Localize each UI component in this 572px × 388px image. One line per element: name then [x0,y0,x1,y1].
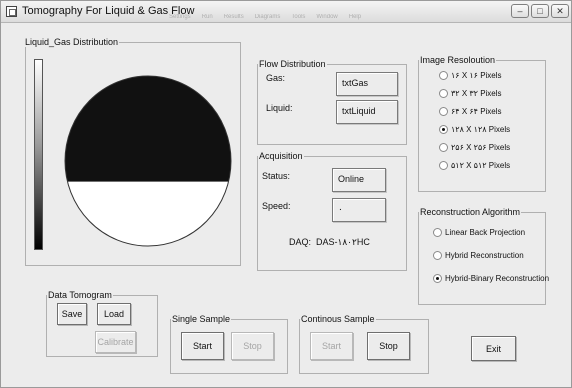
resolution-option-label: ۱۶ X ۱۶ Pixels [451,71,502,80]
close-button[interactable]: ✕ [551,4,569,18]
liquid-value-box: txtLiquid [336,100,398,124]
maximize-button[interactable]: □ [531,4,549,18]
image-resolution-label: Image Resoloution [419,55,497,65]
reconstruction-option-label: Linear Back Projection [445,228,526,237]
single-start-button[interactable]: Start [181,332,224,360]
reconstruction-option[interactable]: Hybrid-Binary Reconstruction [433,274,549,283]
radio-button[interactable] [439,143,448,152]
radio-button[interactable] [439,161,448,170]
app-icon [6,6,17,17]
flow-distribution-label: Flow Distribution [258,59,327,69]
calibrate-button[interactable]: Calibrate [95,331,136,353]
resolution-option[interactable]: ۱۲۸ X ۱۲۸ Pixels [439,125,510,134]
reconstruction-label: Reconstruction Algorithm [419,207,522,217]
radio-button[interactable] [433,274,442,283]
flow-distribution-group: Flow Distribution Gas: txtGas Liquid: tx… [257,59,407,145]
acquisition-label: Acquisition [258,151,304,161]
radio-button[interactable] [433,251,442,260]
resolution-option[interactable]: ۳۲ X ۳۲ Pixels [439,89,502,98]
menu-item[interactable]: Run [202,14,213,20]
daq-value: DAS-۱۸۰۲HC [316,237,370,247]
radio-button[interactable] [439,71,448,80]
daq-label: DAQ: [289,237,312,247]
reconstruction-option[interactable]: Linear Back Projection [433,228,525,237]
data-tomogram-group: Data Tomogram Save Load Calibrate [46,290,158,357]
menu-item[interactable]: Window [316,14,337,20]
menu-item[interactable]: Tools [291,14,305,20]
continuous-stop-button[interactable]: Stop [367,332,410,360]
reconstruction-option-label: Hybrid-Binary Reconstruction [445,274,550,283]
single-sample-group: Single Sample Start Stop [170,314,288,374]
menu-item[interactable]: Results [224,14,244,20]
resolution-option-label: ۲۵۶ X ۲۵۶ Pixels [451,143,511,152]
radio-button[interactable] [439,125,448,134]
menu-item[interactable]: Settings [169,14,191,20]
colorscale-bar [34,59,43,250]
reconstruction-option[interactable]: Hybrid Reconstruction [433,251,524,260]
exit-button[interactable]: Exit [471,336,516,361]
title-bar[interactable]: Tomography For Liquid & Gas Flow Setting… [1,1,571,23]
status-value-box: Online [332,168,386,192]
single-sample-label: Single Sample [171,314,232,324]
save-button[interactable]: Save [57,303,87,325]
resolution-option[interactable]: ۵۱۲ X ۵۱۲ Pixels [439,161,510,170]
resolution-option-label: ۶۴ X ۶۴ Pixels [451,107,502,116]
resolution-option[interactable]: ۶۴ X ۶۴ Pixels [439,107,502,116]
resolution-option-label: ۵۱۲ X ۵۱۲ Pixels [451,161,511,170]
reconstruction-option-label: Hybrid Reconstruction [445,251,524,260]
speed-label: Speed: [262,201,291,211]
liquid-label: Liquid: [266,103,293,113]
menu-item[interactable]: Help [349,14,361,20]
gas-region [65,76,231,182]
radio-button[interactable] [433,228,442,237]
distribution-group: Liquid_Gas Distribution [24,37,241,266]
radio-button[interactable] [439,89,448,98]
single-stop-button[interactable]: Stop [231,332,274,360]
resolution-option-label: ۱۲۸ X ۱۲۸ Pixels [451,125,511,134]
acquisition-group: Acquisition Status: Online Speed: ۰ DAQ:… [257,151,407,271]
resolution-option[interactable]: ۱۶ X ۱۶ Pixels [439,71,502,80]
reconstruction-group: Reconstruction Algorithm Linear Back Pro… [418,207,549,305]
resolution-option-label: ۳۲ X ۳۲ Pixels [451,89,502,98]
status-label: Status: [262,171,291,181]
minimize-button[interactable]: – [511,4,529,18]
pipe-cross-section [64,75,232,247]
menu-item[interactable]: Diagrams [255,14,281,20]
distribution-label: Liquid_Gas Distribution [24,37,120,47]
resolution-option[interactable]: ۲۵۶ X ۲۵۶ Pixels [439,143,510,152]
menu-bar: Settings Run Results Diagrams Tools Wind… [169,14,361,20]
image-resolution-group: Image Resoloution ۱۶ X ۱۶ Pixels ۳۲ X ۳۲ … [418,55,546,192]
gas-label: Gas: [266,73,286,83]
continuous-start-button[interactable]: Start [310,332,353,360]
continuous-sample-label: Continous Sample [300,314,376,324]
app-window: Tomography For Liquid & Gas Flow Setting… [0,0,572,388]
gas-value-box: txtGas [336,72,398,96]
speed-value-box: ۰ [332,198,386,222]
radio-button[interactable] [439,107,448,116]
continuous-sample-group: Continous Sample Start Stop [299,314,429,374]
load-button[interactable]: Load [97,303,131,325]
data-tomogram-label: Data Tomogram [47,290,113,300]
